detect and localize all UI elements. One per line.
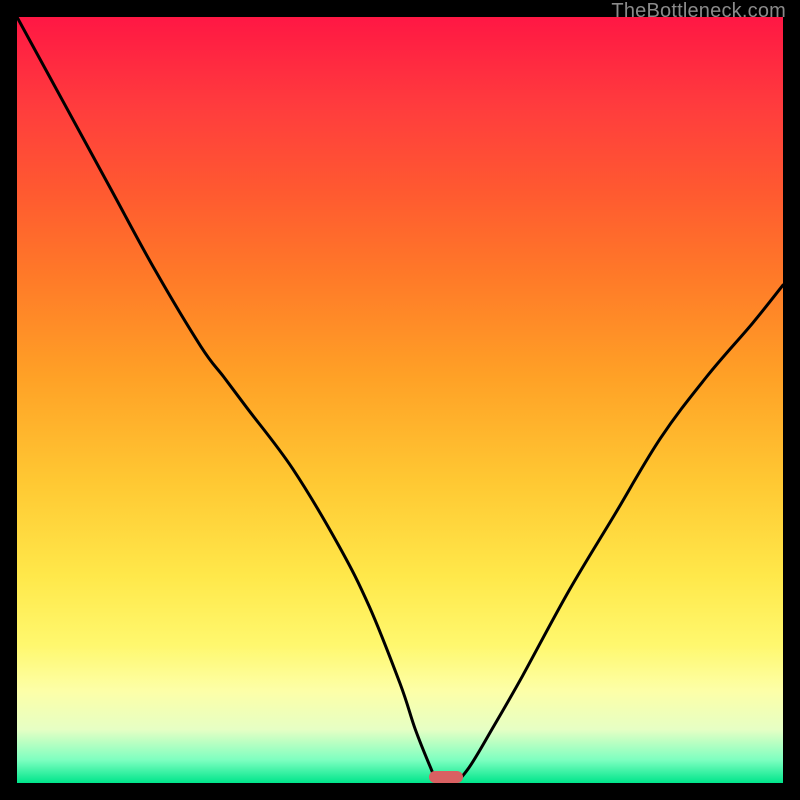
watermark-text: TheBottleneck.com bbox=[611, 0, 786, 23]
bottleneck-curve bbox=[17, 17, 783, 783]
optimal-marker bbox=[429, 771, 463, 783]
plot-area bbox=[17, 17, 783, 783]
chart-frame: TheBottleneck.com bbox=[0, 0, 800, 800]
